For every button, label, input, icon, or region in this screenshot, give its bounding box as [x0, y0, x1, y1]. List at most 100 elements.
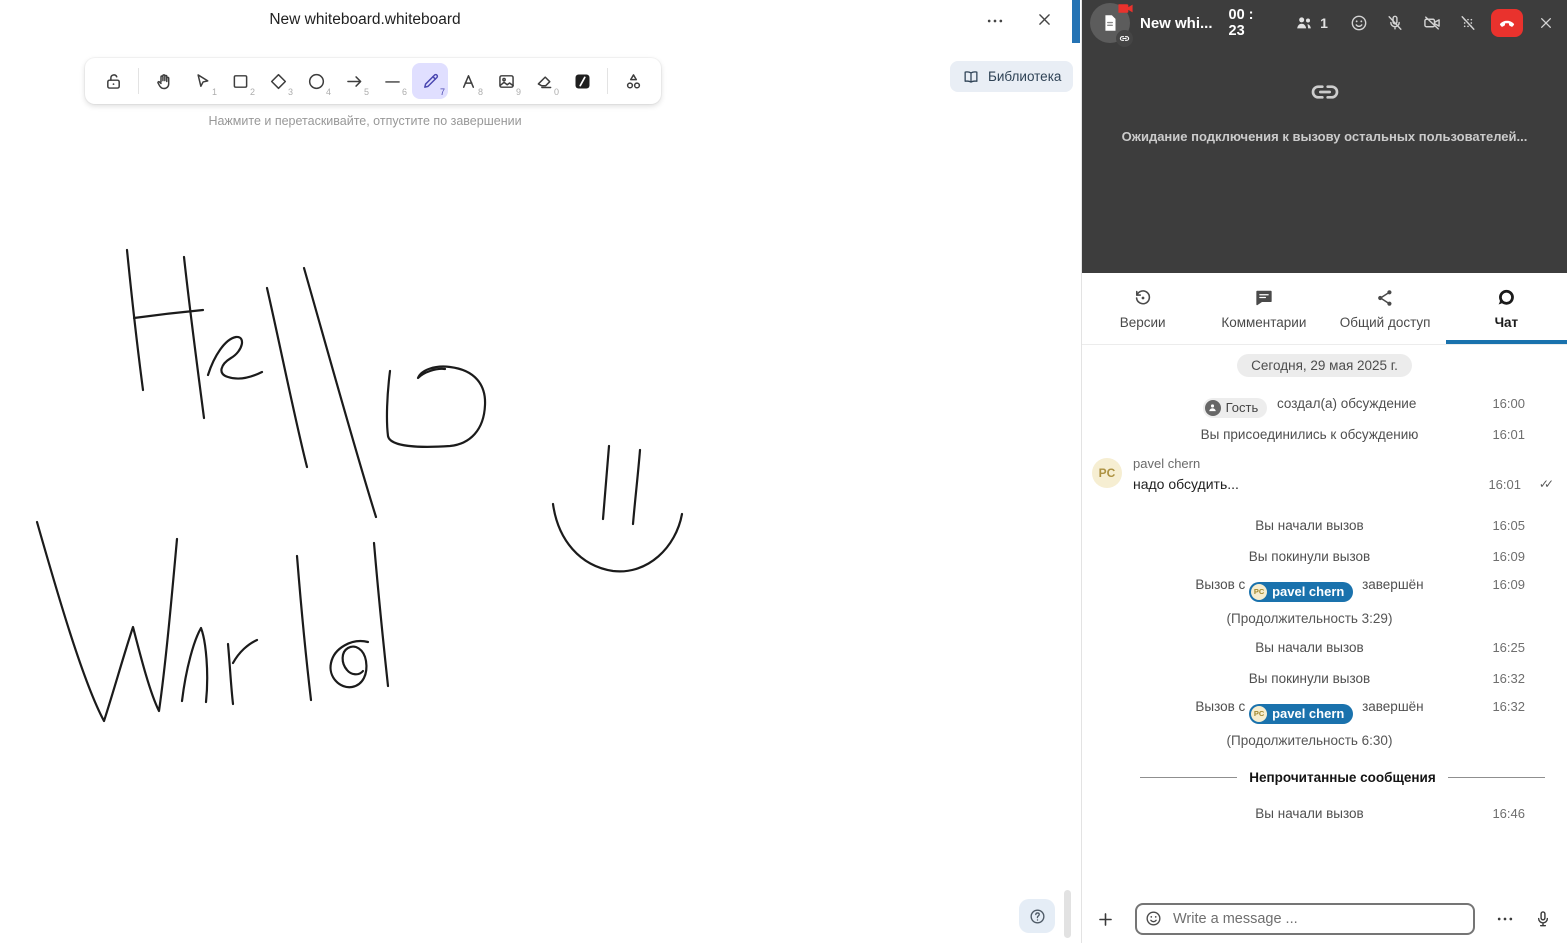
tool-arrow[interactable]: 5 [336, 63, 372, 99]
freehand-stroke [228, 644, 233, 704]
call-ended-suffix: завершён [1358, 699, 1423, 714]
actor-pill[interactable]: PCpavel chern [1249, 582, 1353, 602]
message-timestamp: 16:00 [1492, 393, 1525, 414]
freehand-stroke [297, 556, 311, 700]
call-ended-message: Вызов с PCpavel chern завершён (Продолжит… [1082, 694, 1567, 754]
freehand-stroke [127, 250, 143, 390]
tab-чат[interactable]: Чат [1446, 273, 1567, 344]
actor-name: pavel chern [1272, 706, 1344, 721]
user-avatar-mini: PC [1251, 584, 1267, 600]
more-options-icon[interactable] [985, 11, 1005, 36]
message-text: надо обсудить... [1133, 476, 1525, 492]
tool-rectangle[interactable]: 2 [222, 63, 258, 99]
call-duration: (Продолжительность 6:30) [1122, 733, 1497, 748]
tool-lock[interactable] [95, 63, 131, 99]
message-input[interactable] [1135, 903, 1475, 935]
tab-комментарии[interactable]: Комментарии [1203, 273, 1324, 344]
tool-shortcut: 0 [554, 87, 559, 97]
scrollbar-thumb-active[interactable] [1072, 0, 1080, 43]
toolbar-hint: Нажмите и перетаскивайте, отпустите по з… [0, 114, 730, 128]
tool-shapes[interactable] [615, 63, 651, 99]
scrollbar-thumb[interactable] [1064, 890, 1071, 938]
close-icon[interactable] [1036, 11, 1053, 33]
tool-line[interactable]: 6 [374, 63, 410, 99]
message-timestamp: 16:09 [1492, 577, 1525, 592]
date-separator-label: Сегодня, 29 мая 2025 г. [1237, 354, 1412, 377]
tab-версии[interactable]: Версии [1082, 273, 1203, 344]
system-message-text: Вы начали вызов [1255, 806, 1363, 821]
camera-off-button[interactable] [1419, 8, 1445, 38]
message-composer [1082, 895, 1567, 943]
microphone-off-icon [1385, 13, 1405, 33]
tool-shortcut: 3 [288, 87, 293, 97]
tool-hand[interactable] [146, 63, 182, 99]
blur-background-button[interactable] [1455, 8, 1481, 38]
freehand-stroke [633, 450, 640, 524]
call-timer: 00 : 23 [1229, 7, 1269, 39]
unread-messages-separator: Непрочитанные сообщения [1140, 764, 1545, 790]
system-message: Вы покинули вызов16:09 [1082, 541, 1567, 572]
leave-call-button[interactable] [1491, 9, 1523, 37]
diamond-icon [268, 71, 289, 92]
tool-shortcut: 2 [250, 87, 255, 97]
close-icon [1538, 15, 1554, 31]
read-receipt-icon: ✓✓ [1539, 477, 1549, 491]
call-in-progress-badge-icon [1117, 0, 1134, 17]
actor-pill[interactable]: Гость [1203, 398, 1268, 418]
attachment-button[interactable] [1096, 910, 1115, 929]
call-ended-prefix: Вызов с [1195, 699, 1249, 714]
actor-pill[interactable]: PCpavel chern [1249, 704, 1353, 724]
close-call-view-button[interactable] [1533, 8, 1559, 38]
message-author: pavel chern [1133, 456, 1525, 471]
call-area: New whi... 00 : 23 1 [1082, 0, 1567, 273]
separator-line [1448, 777, 1545, 778]
freehand-stroke [267, 288, 307, 467]
tool-image[interactable]: 9 [488, 63, 524, 99]
toolbar-divider [607, 68, 608, 94]
call-title: New whi... [1140, 15, 1213, 32]
mute-microphone-button[interactable] [1382, 8, 1408, 38]
tab-label: Чат [1495, 315, 1519, 330]
freehand-stroke [37, 522, 177, 721]
image-icon [496, 71, 517, 92]
tool-selection[interactable]: 1 [184, 63, 220, 99]
reactions-button[interactable] [1346, 8, 1372, 38]
tool-diamond[interactable]: 3 [260, 63, 296, 99]
tool-text[interactable]: 8 [450, 63, 486, 99]
tool-eraser[interactable]: 0 [526, 63, 562, 99]
tool-laser[interactable] [564, 63, 600, 99]
whiteboard-toolbar: 1 2 3456 78 9 0 [85, 58, 661, 104]
whiteboard-canvas[interactable] [0, 0, 1081, 943]
tool-draw[interactable]: 7 [412, 63, 448, 99]
more-actions-button[interactable] [1495, 909, 1515, 929]
participants-button[interactable]: 1 [1294, 13, 1328, 33]
tool-shortcut: 7 [440, 87, 445, 97]
freehand-stroke [134, 310, 203, 318]
whiteboard-header: New whiteboard.whiteboard [0, 0, 1081, 42]
freehand-stroke [374, 543, 388, 686]
freehand-stroke [553, 504, 682, 571]
system-message-text: Вы начали вызов [1255, 640, 1363, 655]
system-message: Вы начали вызов16:05 [1082, 510, 1567, 541]
message-timestamp: 16:01 [1492, 424, 1525, 445]
smiley-icon [1349, 13, 1369, 33]
system-message-text: Вы покинули вызов [1249, 671, 1370, 686]
tool-shortcut: 9 [516, 87, 521, 97]
hangup-icon [1497, 13, 1517, 33]
message-timestamp: 16:25 [1492, 637, 1525, 658]
avatar[interactable]: PC [1092, 458, 1122, 488]
voice-message-button[interactable] [1533, 909, 1553, 929]
tab-label: Общий доступ [1340, 315, 1431, 330]
whiteboard-region: New whiteboard.whiteboard 1 2 3456 78 9 0 Наж… [0, 0, 1081, 943]
library-button[interactable]: Библиотека [950, 61, 1073, 92]
talk-sidebar: New whi... 00 : 23 1 [1081, 0, 1567, 943]
help-button[interactable] [1019, 899, 1055, 933]
tab-общий-доступ[interactable]: Общий доступ [1325, 273, 1446, 344]
tool-ellipse[interactable]: 4 [298, 63, 334, 99]
system-message: Вы покинули вызов 16:32 [1082, 663, 1567, 694]
message-timestamp: 16:32 [1492, 668, 1525, 689]
text-icon [458, 71, 479, 92]
shapes-icon [623, 71, 644, 92]
emoji-picker-button[interactable] [1144, 909, 1163, 928]
message-timestamp: 16:09 [1492, 546, 1525, 567]
